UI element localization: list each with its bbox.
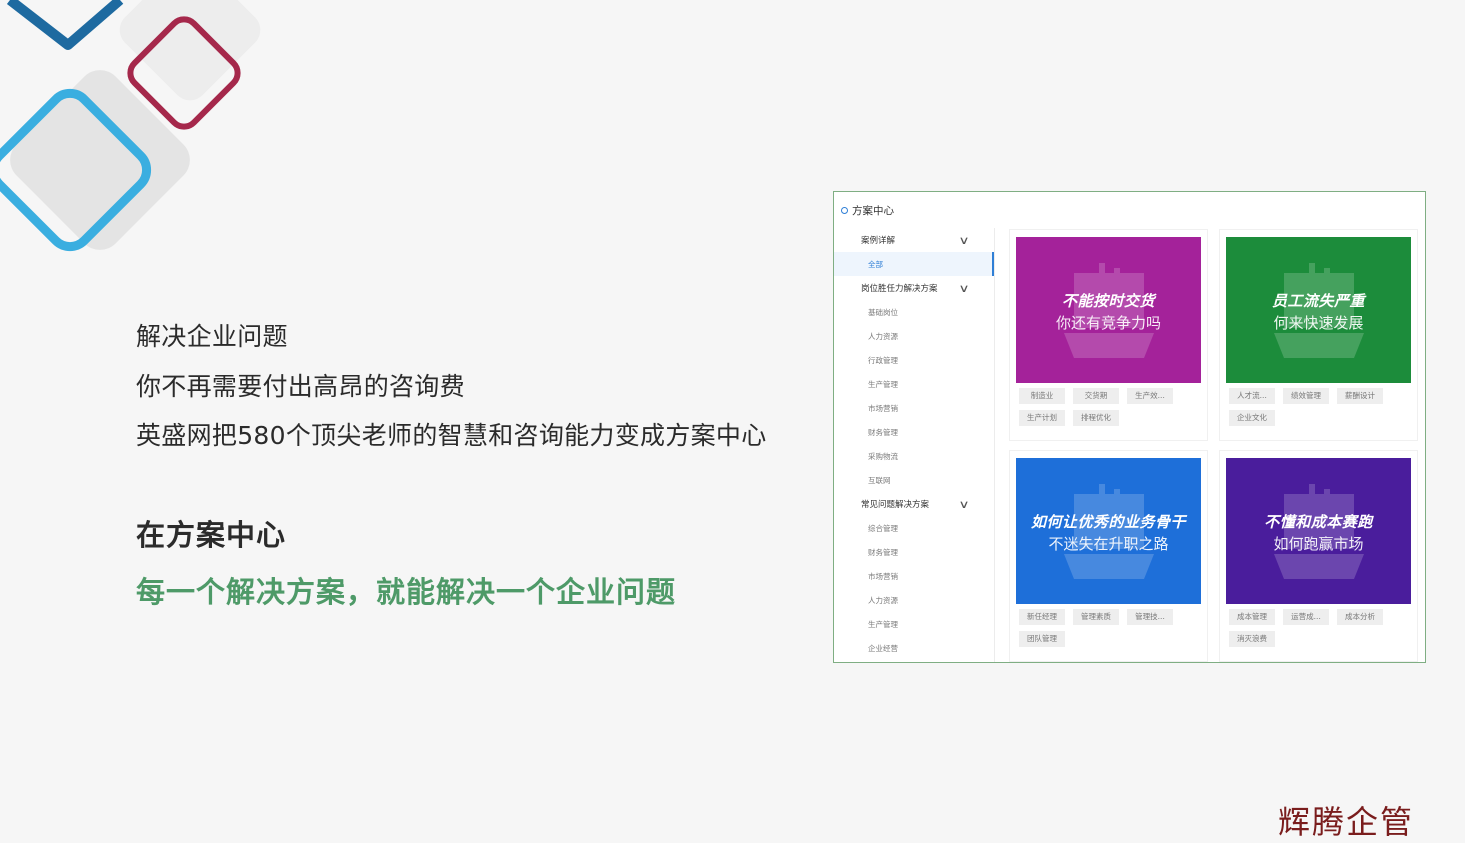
tag[interactable]: 企业文化: [1229, 410, 1275, 426]
tag[interactable]: 绩效管理: [1283, 388, 1329, 404]
intro-line-1: 解决企业问题: [136, 322, 288, 351]
card-tags: 人才流... 绩效管理 薪酬设计 企业文化: [1229, 388, 1414, 426]
chevron-down-icon: ∨: [958, 281, 970, 295]
card-title: 不能按时交货: [1061, 292, 1155, 310]
card-banner[interactable]: 员工流失严重 何来快速发展: [1226, 237, 1411, 383]
sidebar-item[interactable]: 互联网: [834, 468, 994, 492]
tag[interactable]: 成本分析: [1337, 609, 1383, 625]
tag[interactable]: 管理技...: [1127, 609, 1173, 625]
highlight-title: 在方案中心: [136, 518, 287, 552]
sidebar-item[interactable]: 人力资源: [834, 588, 994, 612]
sidebar-item[interactable]: 企业经营: [834, 636, 994, 660]
sidebar-item[interactable]: 基础岗位: [834, 300, 994, 324]
sidebar-item[interactable]: 生产管理: [834, 612, 994, 636]
corner-watermark: 辉腾企管: [1278, 803, 1415, 841]
sidebar-group-label: 案例详解: [861, 236, 896, 246]
tag[interactable]: 生产计划: [1019, 410, 1065, 426]
tag[interactable]: 运营成...: [1283, 609, 1329, 625]
chevron-down-icon: ∨: [958, 233, 970, 247]
sidebar-group-cases[interactable]: 案例详解 ∨: [834, 228, 994, 252]
sidebar-item[interactable]: 综合管理: [834, 516, 994, 540]
solution-card[interactable]: 不懂和成本赛跑 如何跑赢市场 成本管理 运营成... 成本分析 消灭浪费: [1219, 450, 1418, 662]
sidebar: 案例详解 ∨ 全部 岗位胜任力解决方案 ∨ 基础岗位 人力资源 行政管理 生产管…: [834, 228, 995, 662]
tag[interactable]: 排程优化: [1073, 410, 1119, 426]
card-subtitle: 你还有竞争力吗: [1055, 314, 1161, 332]
card-tags: 成本管理 运营成... 成本分析 消灭浪费: [1229, 609, 1414, 647]
sidebar-group-label: 岗位胜任力解决方案: [861, 284, 938, 294]
card-subtitle: 何来快速发展: [1273, 314, 1364, 332]
intro-text-block: 解决企业问题 你不再需要付出高昂的咨询费 英盛网把580个顶尖老师的智慧和咨询能…: [136, 312, 767, 461]
tag[interactable]: 新任经理: [1019, 609, 1065, 625]
tag[interactable]: 团队管理: [1019, 631, 1065, 647]
solution-card[interactable]: 如何让优秀的业务骨干 不迷失在升职之路 新任经理 管理素质 管理技... 团队管…: [1009, 450, 1208, 662]
intro-line-2: 你不再需要付出高昂的咨询费: [136, 371, 465, 401]
sidebar-item[interactable]: 市场营销: [834, 564, 994, 588]
sidebar-item[interactable]: 财务管理: [834, 420, 994, 444]
tag[interactable]: 交货期: [1073, 388, 1119, 404]
intro-line-3: 英盛网把580个顶尖老师的智慧和咨询能力变成方案中心: [136, 421, 767, 450]
sidebar-group-common-problems[interactable]: 常见问题解决方案 ∨: [834, 492, 994, 516]
card-subtitle: 不迷失在升职之路: [1048, 535, 1169, 553]
sidebar-item[interactable]: 市场营销: [834, 396, 994, 420]
card-title: 员工流失严重: [1271, 292, 1365, 310]
circle-icon: [841, 207, 848, 214]
tag[interactable]: 管理素质: [1073, 609, 1119, 625]
panel-title: 方案中心: [841, 203, 894, 218]
highlight-subtitle: 每一个解决方案，就能解决一个企业问题: [136, 575, 677, 609]
tag[interactable]: 人才流...: [1229, 388, 1275, 404]
solution-card[interactable]: 不能按时交货 你还有竞争力吗 制造业 交货期 生产效... 生产计划 排程优化: [1009, 229, 1208, 441]
card-subtitle: 如何跑赢市场: [1273, 535, 1364, 553]
sidebar-item[interactable]: 人力资源: [834, 324, 994, 348]
card-banner[interactable]: 不懂和成本赛跑 如何跑赢市场: [1226, 458, 1411, 604]
tag[interactable]: 生产效...: [1127, 388, 1173, 404]
panel-title-text: 方案中心: [852, 205, 894, 217]
decorative-diamonds: [0, 0, 261, 252]
card-banner[interactable]: 不能按时交货 你还有竞争力吗: [1016, 237, 1201, 383]
card-tags: 新任经理 管理素质 管理技... 团队管理: [1019, 609, 1204, 647]
sidebar-group-competency[interactable]: 岗位胜任力解决方案 ∨: [834, 276, 994, 300]
card-title: 如何让优秀的业务骨干: [1030, 513, 1186, 531]
chevron-down-icon: ∨: [958, 497, 970, 511]
sidebar-item[interactable]: 财务管理: [834, 540, 994, 564]
solution-center-screenshot: 方案中心 案例详解 ∨ 全部 岗位胜任力解决方案 ∨ 基础岗位 人力资源 行政管…: [833, 191, 1426, 663]
card-banner[interactable]: 如何让优秀的业务骨干 不迷失在升职之路: [1016, 458, 1201, 604]
tag[interactable]: 成本管理: [1229, 609, 1275, 625]
tag[interactable]: 薪酬设计: [1337, 388, 1383, 404]
sidebar-item-all[interactable]: 全部: [834, 252, 994, 276]
sidebar-item[interactable]: 采购物流: [834, 444, 994, 468]
sidebar-item[interactable]: 行政管理: [834, 348, 994, 372]
card-title: 不懂和成本赛跑: [1264, 513, 1373, 531]
solution-card[interactable]: 员工流失严重 何来快速发展 人才流... 绩效管理 薪酬设计 企业文化: [1219, 229, 1418, 441]
card-tags: 制造业 交货期 生产效... 生产计划 排程优化: [1019, 388, 1204, 426]
tag[interactable]: 制造业: [1019, 388, 1065, 404]
sidebar-group-label: 常见问题解决方案: [861, 500, 930, 510]
sidebar-item[interactable]: 生产管理: [834, 372, 994, 396]
tag[interactable]: 消灭浪费: [1229, 631, 1275, 647]
